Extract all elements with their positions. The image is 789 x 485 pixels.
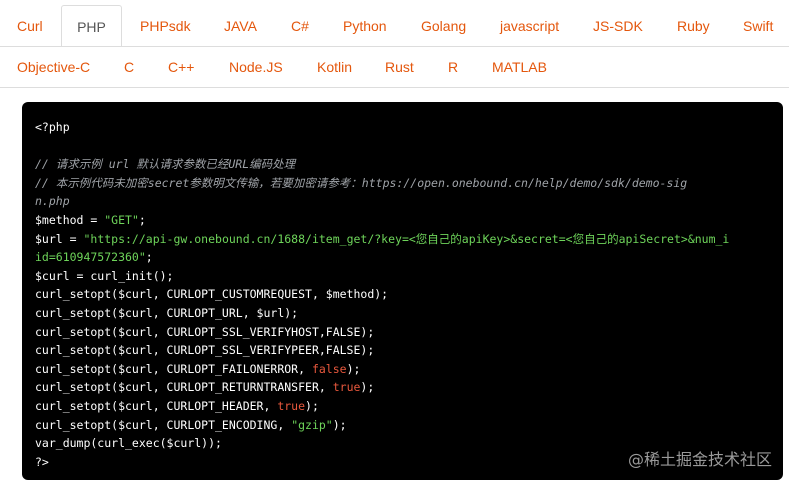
code-line-setopt: curl_setopt($curl, CURLOPT_URL, $url); — [35, 304, 770, 323]
tab-golang[interactable]: Golang — [421, 17, 466, 35]
code-text: curl_setopt($curl, CURLOPT_ENCODING, — [35, 417, 292, 432]
code-line-comment: // 请求示例 url 默认请求参数已经URL编码处理 — [35, 155, 770, 174]
tab-python[interactable]: Python — [343, 17, 387, 35]
string-literal: "https://api-gw.onebound.cn/1688/item_ge… — [83, 231, 730, 246]
tab-curl[interactable]: Curl — [17, 17, 43, 35]
code-text: ); — [346, 361, 361, 376]
code-line-url: $url = "https://api-gw.onebound.cn/1688/… — [35, 230, 770, 249]
php-open-tag: <?php — [35, 120, 70, 134]
code-text: curl_setopt($curl, CURLOPT_SSL_VERIFYPEE… — [35, 343, 375, 358]
tab-kotlin[interactable]: Kotlin — [317, 58, 352, 76]
tab-js-sdk[interactable]: JS-SDK — [593, 17, 643, 35]
tab-csharp[interactable]: C# — [291, 17, 309, 35]
tab-cpp[interactable]: C++ — [168, 58, 194, 76]
tab-nodejs[interactable]: Node.JS — [229, 58, 283, 76]
bool-literal: false — [311, 361, 347, 376]
tab-ruby[interactable]: Ruby — [677, 17, 710, 35]
comment-text: n.php — [35, 194, 70, 209]
tab-c[interactable]: C — [124, 58, 134, 76]
code-text: $url = — [35, 231, 84, 246]
code-line-setopt: curl_setopt($curl, CURLOPT_SSL_VERIFYPEE… — [35, 341, 770, 360]
code-text: ; — [145, 250, 153, 265]
tab-matlab[interactable]: MATLAB — [492, 58, 547, 76]
code-text: curl_setopt($curl, CURLOPT_FAILONERROR, — [35, 361, 312, 376]
code-line-setopt: curl_setopt($curl, CURLOPT_SSL_VERIFYHOS… — [35, 323, 770, 342]
tab-javascript[interactable]: javascript — [500, 17, 559, 35]
code-text: ); — [360, 380, 375, 395]
code-line-url-cont: id=610947572360"; — [35, 248, 770, 267]
code-line-curl-init: $curl = curl_init(); — [35, 267, 770, 286]
php-close-tag: ?> — [35, 454, 49, 469]
string-literal: "gzip" — [291, 417, 333, 432]
code-line-comment: // 本示例代码未加密secret参数明文传输，若要加密请参考：https://… — [35, 174, 770, 193]
tab-r[interactable]: R — [448, 58, 458, 76]
tab-swift[interactable]: Swift — [743, 17, 773, 35]
code-line-setopt: curl_setopt($curl, CURLOPT_ENCODING, "gz… — [35, 416, 770, 435]
code-line-method: $method = "GET"; — [35, 211, 770, 230]
string-literal: "GET" — [104, 212, 139, 227]
code-text: curl_setopt($curl, CURLOPT_SSL_VERIFYHOS… — [35, 324, 375, 339]
code-line-setopt: curl_setopt($curl, CURLOPT_FAILONERROR, … — [35, 360, 770, 379]
comment-text: // 请求示例 url 默认请求参数已经URL编码处理 — [35, 157, 296, 172]
code-line-setopt: curl_setopt($curl, CURLOPT_RETURNTRANSFE… — [35, 378, 770, 397]
code-text: $curl = curl_init(); — [35, 268, 174, 283]
bool-literal: true — [332, 380, 361, 395]
code-text: ); — [305, 398, 319, 413]
watermark: @稀土掘金技术社区 — [627, 450, 772, 469]
tab-java[interactable]: JAVA — [224, 17, 257, 35]
tab-php[interactable]: PHP — [61, 5, 122, 47]
tab-rust[interactable]: Rust — [385, 58, 414, 76]
code-text: curl_setopt($curl, CURLOPT_HEADER, — [35, 398, 278, 413]
bool-literal: true — [277, 398, 306, 413]
code-text: curl_setopt($curl, CURLOPT_URL, $url); — [35, 305, 299, 320]
tab-objective-c[interactable]: Objective-C — [17, 58, 90, 76]
code-line-setopt: curl_setopt($curl, CURLOPT_HEADER, true)… — [35, 397, 770, 416]
code-text: ); — [332, 417, 347, 432]
string-literal: id=610947572360" — [35, 250, 146, 265]
code-text: ; — [138, 212, 146, 227]
code-line-comment: n.php — [35, 192, 770, 211]
language-tabs: Curl PHP PHPsdk JAVA C# Python Golang ja… — [0, 0, 789, 88]
code-text: curl_setopt($curl, CURLOPT_RETURNTRANSFE… — [35, 380, 333, 395]
tab-phpsdk[interactable]: PHPsdk — [140, 17, 191, 35]
code-line-open-tag: <?php — [35, 118, 770, 137]
code-text: $method = — [35, 212, 105, 227]
code-text: var_dump(curl_exec($curl)); — [35, 436, 222, 451]
tab-row-divider — [0, 46, 789, 47]
code-text: curl_setopt($curl, CURLOPT_CUSTOMREQUEST… — [35, 287, 389, 302]
code-block[interactable]: <?php // 请求示例 url 默认请求参数已经URL编码处理 // 本示例… — [22, 102, 783, 480]
code-line-setopt: curl_setopt($curl, CURLOPT_CUSTOMREQUEST… — [35, 285, 770, 304]
comment-text: // 本示例代码未加密secret参数明文传输，若要加密请参考：https://… — [35, 175, 688, 190]
